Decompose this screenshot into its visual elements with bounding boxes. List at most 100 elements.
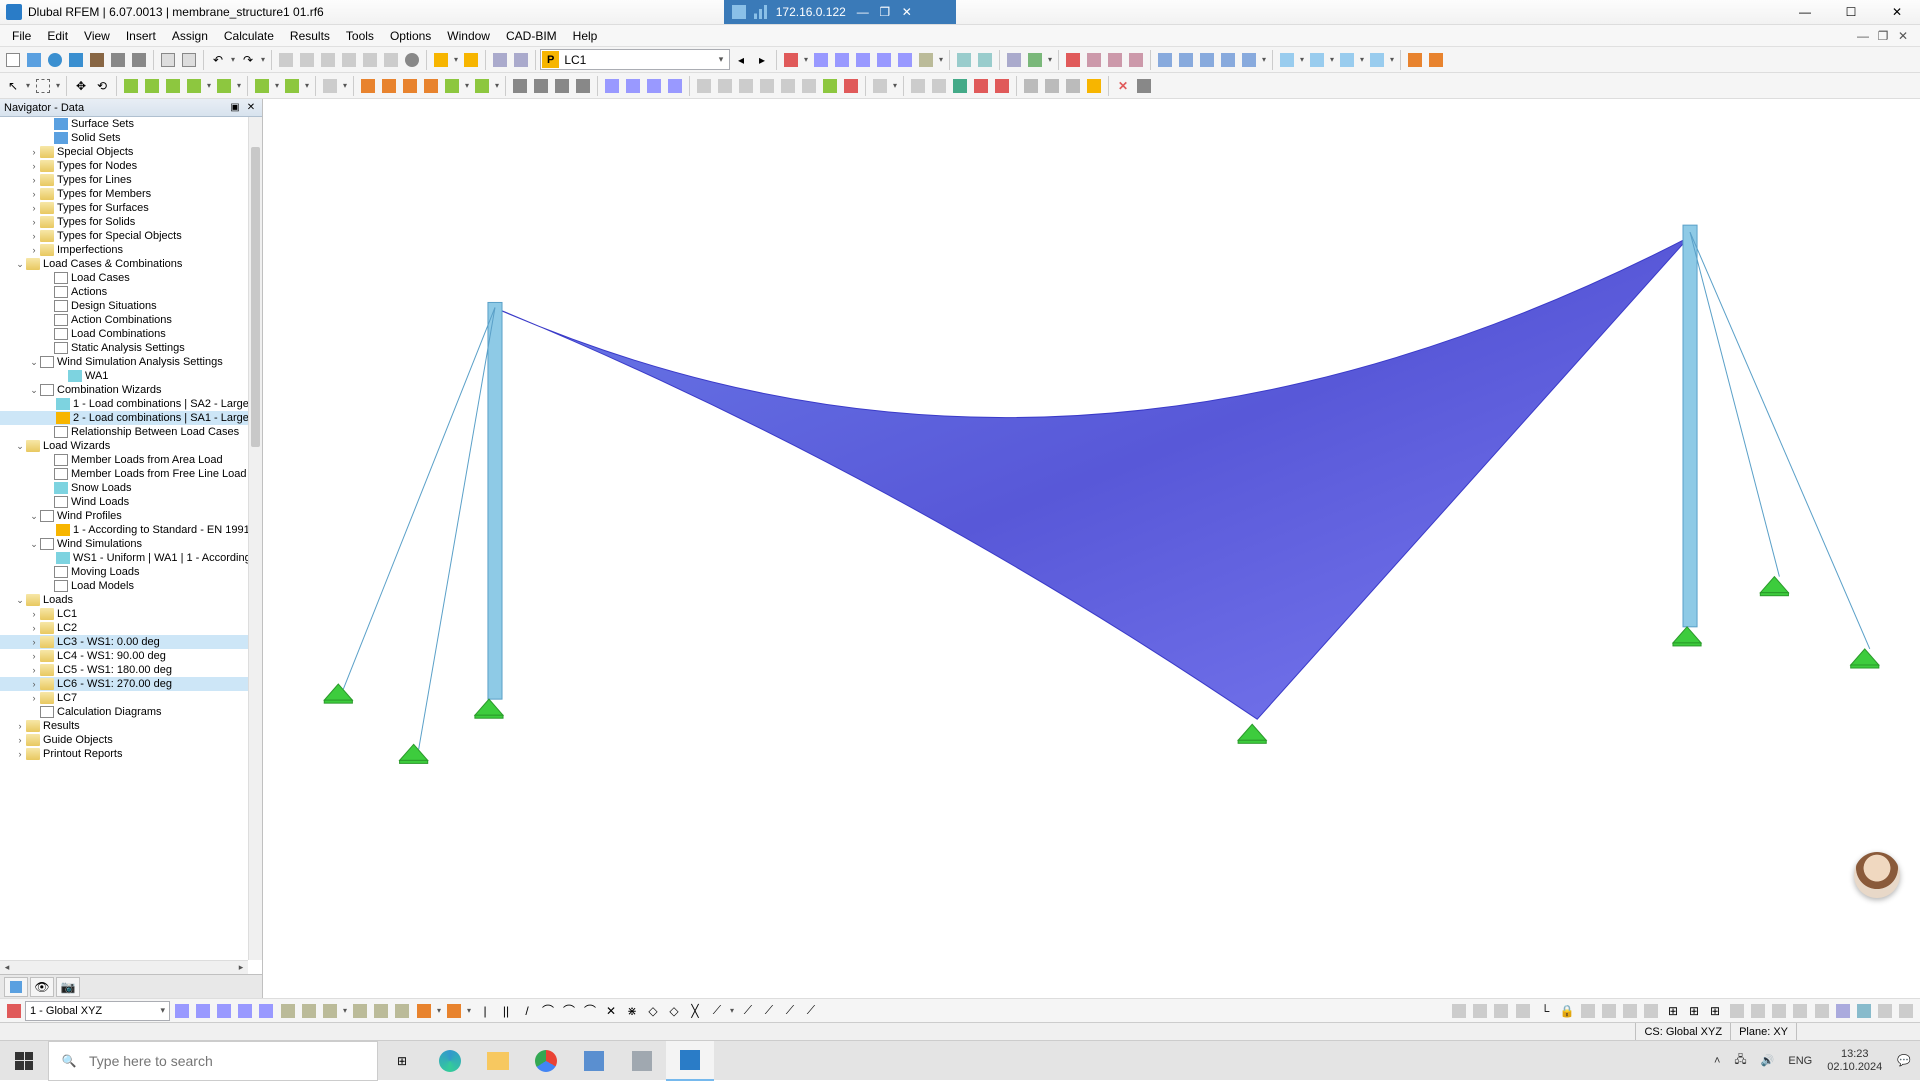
redo-button[interactable]: ↷ xyxy=(238,50,258,70)
link2-button[interactable] xyxy=(1042,76,1062,96)
navigator-header[interactable]: Navigator - Data ▣ ✕ xyxy=(0,99,262,117)
vis1-button[interactable] xyxy=(1578,1001,1598,1021)
menu-window[interactable]: Window xyxy=(439,27,498,45)
task-app1-button[interactable] xyxy=(570,1041,618,1081)
tree-item[interactable]: ›LC1 xyxy=(0,607,262,621)
tree-item[interactable]: ›Types for Members xyxy=(0,187,262,201)
task-explorer-button[interactable] xyxy=(474,1041,522,1081)
window-minimize-button[interactable]: — xyxy=(1782,0,1828,25)
aux4-button[interactable]: ⟋ xyxy=(780,1001,800,1021)
right-tool-1[interactable] xyxy=(1449,1001,1469,1021)
member-button[interactable] xyxy=(163,76,183,96)
remote-restore-button[interactable]: ❐ xyxy=(876,5,894,19)
cs-icon[interactable] xyxy=(4,1001,24,1021)
tree-item[interactable]: Load Models xyxy=(0,579,262,593)
measure-button[interactable] xyxy=(870,76,890,96)
tool-h-button[interactable] xyxy=(975,50,995,70)
ext4-button[interactable] xyxy=(1790,1001,1810,1021)
camera-button[interactable] xyxy=(1134,76,1154,96)
calc-dropdown[interactable]: ▾ xyxy=(452,55,460,64)
mod2-button[interactable] xyxy=(623,76,643,96)
grid-b-button[interactable] xyxy=(299,1001,319,1021)
open-button[interactable] xyxy=(24,50,44,70)
render5-button[interactable] xyxy=(1896,1001,1916,1021)
render3-button[interactable] xyxy=(1854,1001,1874,1021)
axis-button[interactable]: └ xyxy=(1535,1001,1555,1021)
lock-button[interactable]: 🔒 xyxy=(1557,1001,1577,1021)
color1-button[interactable] xyxy=(1405,50,1425,70)
tree-item[interactable]: ⌄Combination Wizards xyxy=(0,383,262,397)
menu-options[interactable]: Options xyxy=(382,27,439,45)
view5-button[interactable] xyxy=(360,50,380,70)
osnap1-button[interactable] xyxy=(414,1001,434,1021)
view4-button[interactable] xyxy=(339,50,359,70)
load5-button[interactable] xyxy=(442,76,462,96)
tool-f-dropdown[interactable]: ▾ xyxy=(937,55,945,64)
copy-button[interactable] xyxy=(158,50,178,70)
render4-button[interactable] xyxy=(1875,1001,1895,1021)
tray-sound-icon[interactable]: 🔊 xyxy=(1756,1054,1780,1067)
tree-item[interactable]: Member Loads from Free Line Load xyxy=(0,467,262,481)
grid-d-button[interactable] xyxy=(350,1001,370,1021)
view1-button[interactable] xyxy=(276,50,296,70)
grid-a-button[interactable] xyxy=(278,1001,298,1021)
tray-expand-button[interactable]: ˄ xyxy=(1709,1055,1725,1067)
grid2-button[interactable] xyxy=(929,76,949,96)
save-button[interactable] xyxy=(87,50,107,70)
paste-button[interactable] xyxy=(179,50,199,70)
osnap2-dropdown[interactable]: ▾ xyxy=(465,1006,473,1015)
line-tool-1[interactable]: | xyxy=(475,1001,495,1021)
edit4-button[interactable] xyxy=(573,76,593,96)
sort5-dropdown[interactable]: ▾ xyxy=(1260,55,1268,64)
plane-yz-button[interactable]: ⊞ xyxy=(1684,1001,1704,1021)
task-chrome-button[interactable] xyxy=(522,1041,570,1081)
sort1-button[interactable] xyxy=(1155,50,1175,70)
snap2-button[interactable] xyxy=(193,1001,213,1021)
load6-button[interactable] xyxy=(472,76,492,96)
new-model-button[interactable] xyxy=(3,50,23,70)
remote-close-button[interactable]: ✕ xyxy=(898,5,916,19)
menu-calculate[interactable]: Calculate xyxy=(216,27,282,45)
tree-item[interactable]: Relationship Between Load Cases xyxy=(0,425,262,439)
mod4-button[interactable] xyxy=(665,76,685,96)
tree-item[interactable]: ›Imperfections xyxy=(0,243,262,257)
line-tool-3[interactable]: / xyxy=(517,1001,537,1021)
move-button[interactable]: ✥ xyxy=(71,76,91,96)
menu-file[interactable]: File xyxy=(4,27,39,45)
tree-item[interactable]: 1 - According to Standard - EN 1991 | CE… xyxy=(0,523,262,537)
coord-system-select[interactable]: 1 - Global XYZ ▾ xyxy=(25,1001,170,1021)
layer3-dropdown[interactable]: ▾ xyxy=(1358,55,1366,64)
snap4-button[interactable] xyxy=(235,1001,255,1021)
grid-c-dropdown[interactable]: ▾ xyxy=(341,1006,349,1015)
tray-clock[interactable]: 13:23 02.10.2024 xyxy=(1821,1048,1888,1074)
line-tool-2[interactable]: || xyxy=(496,1001,516,1021)
aux1-dropdown[interactable]: ▾ xyxy=(728,1006,736,1015)
node-button[interactable] xyxy=(121,76,141,96)
solid-dropdown[interactable]: ▾ xyxy=(235,81,243,90)
line-tool-8[interactable]: ⋇ xyxy=(622,1001,642,1021)
snap1-button[interactable] xyxy=(172,1001,192,1021)
aux1-button[interactable]: ⟋ xyxy=(707,1001,727,1021)
cursor-button[interactable]: ↖ xyxy=(3,76,23,96)
view6-button[interactable] xyxy=(381,50,401,70)
ext3-button[interactable] xyxy=(1769,1001,1789,1021)
menu-edit[interactable]: Edit xyxy=(39,27,76,45)
tool-g-button[interactable] xyxy=(954,50,974,70)
render2-button[interactable] xyxy=(1833,1001,1853,1021)
dim1-button[interactable] xyxy=(320,76,340,96)
tree-item[interactable]: 2 - Load combinations | SA1 - Large defo… xyxy=(0,411,262,425)
color2-button[interactable] xyxy=(1426,50,1446,70)
line-tool-4[interactable]: ⌒ xyxy=(538,1001,558,1021)
nav-tab-display[interactable]: 👁 xyxy=(30,977,54,997)
measure-dropdown[interactable]: ▾ xyxy=(891,81,899,90)
plane-xy-button[interactable]: ⊞ xyxy=(1663,1001,1683,1021)
load5-dropdown[interactable]: ▾ xyxy=(463,81,471,90)
ext1-button[interactable] xyxy=(1727,1001,1747,1021)
taskbar-search[interactable]: 🔍 xyxy=(48,1041,378,1081)
tree-scrollbar-vertical[interactable] xyxy=(248,117,262,960)
view3-button[interactable] xyxy=(318,50,338,70)
warn-button[interactable] xyxy=(1084,76,1104,96)
assistant-avatar[interactable] xyxy=(1854,852,1900,898)
mod3-button[interactable] xyxy=(644,76,664,96)
start-button[interactable] xyxy=(0,1041,48,1081)
